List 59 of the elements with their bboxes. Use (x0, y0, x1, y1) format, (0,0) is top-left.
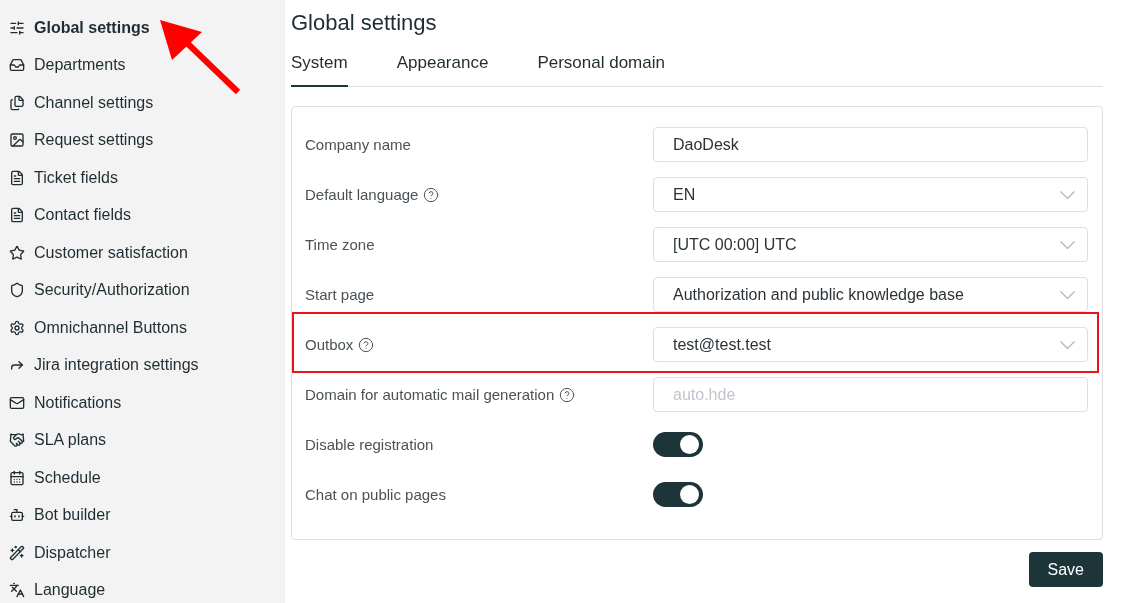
tab[interactable]: Personal domain (537, 53, 665, 87)
sidebar-item[interactable]: Departments (0, 46, 285, 84)
chevron-down-icon (1060, 190, 1075, 199)
field-label: Time zone (305, 236, 375, 253)
sliders-icon (9, 19, 25, 36)
field-label: Company name (305, 136, 411, 153)
shield-icon (9, 282, 25, 299)
sidebar-item[interactable]: Bot builder (0, 496, 285, 534)
help-icon[interactable] (423, 186, 440, 203)
settings-icon (9, 319, 25, 336)
image-icon (9, 132, 25, 149)
calendar-icon (9, 469, 25, 486)
field-label: Chat on public pages (305, 486, 446, 503)
select-field[interactable]: Authorization and public knowledge base (653, 277, 1088, 312)
handshake-icon (9, 432, 25, 449)
field-label: Default language (305, 186, 419, 203)
sidebar-item[interactable]: Customer satisfaction (0, 234, 285, 272)
sidebar-item[interactable]: Ticket fields (0, 159, 285, 197)
sidebar-item[interactable]: Dispatcher (0, 534, 285, 572)
sidebar-item[interactable]: Channel settings (0, 84, 285, 122)
sidebar-item[interactable]: Global settings (0, 9, 285, 47)
select-field[interactable]: EN (653, 177, 1088, 212)
field-label: Start page (305, 286, 375, 303)
chevron-down-icon (1060, 240, 1075, 249)
page-title: Global settings (291, 10, 437, 36)
sidebar-item[interactable]: Schedule (0, 459, 285, 497)
sidebar-item[interactable]: Language (0, 571, 285, 603)
text-field[interactable]: auto.hde (653, 377, 1088, 412)
document-icon (9, 169, 25, 186)
field-label: Disable registration (305, 436, 434, 453)
text-field[interactable]: DaoDesk (653, 127, 1088, 162)
translate-icon (9, 582, 25, 599)
sidebar-item[interactable]: Jira integration settings (0, 346, 285, 384)
field-label: Domain for automatic mail generation (305, 386, 555, 403)
save-button[interactable]: Save (1028, 552, 1103, 587)
toggle-switch[interactable] (653, 432, 703, 457)
field-label: Outbox (305, 336, 354, 353)
sidebar-item[interactable]: SLA plans (0, 421, 285, 459)
document-icon (9, 207, 25, 224)
help-icon[interactable] (358, 336, 375, 353)
select-field[interactable]: test@test.test (653, 327, 1088, 362)
tab[interactable]: Appearance (396, 53, 489, 87)
files-icon (9, 94, 25, 111)
mail-icon (9, 394, 25, 411)
inbox-icon (9, 57, 25, 74)
sidebar-item[interactable]: Omnichannel Buttons (0, 309, 285, 347)
select-field[interactable]: [UTC 00:00] UTC (653, 227, 1088, 262)
sidebar-item[interactable]: Contact fields (0, 196, 285, 234)
chevron-down-icon (1060, 340, 1075, 349)
tab[interactable]: System (291, 53, 348, 87)
sidebar-item[interactable]: Security/Authorization (0, 271, 285, 309)
chevron-down-icon (1060, 290, 1075, 299)
star-icon (9, 244, 25, 261)
bot-icon (9, 507, 25, 524)
help-icon[interactable] (559, 386, 576, 403)
sidebar-item[interactable]: Request settings (0, 121, 285, 159)
sidebar-item[interactable]: Notifications (0, 384, 285, 422)
magic-wand-icon (9, 544, 25, 561)
toggle-switch[interactable] (653, 482, 703, 507)
